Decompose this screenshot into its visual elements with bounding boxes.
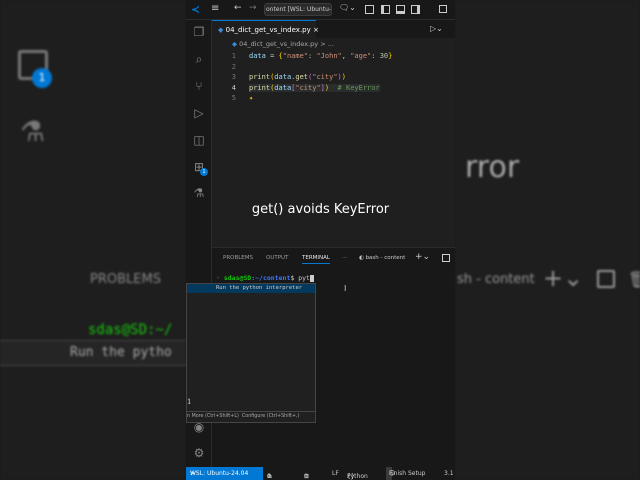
- terminal-selector[interactable]: ◐ bash - content: [359, 255, 405, 261]
- more-icon[interactable]: ···: [342, 255, 347, 261]
- big-text: rror: [465, 150, 520, 185]
- toggle-sidebar-icon[interactable]: [381, 5, 390, 14]
- language-label: Python: [347, 473, 368, 480]
- warning-count: 0: [267, 473, 271, 480]
- add-icon: +⌄: [543, 264, 584, 292]
- python-version[interactable]: 3.1: [444, 470, 454, 477]
- run-icon[interactable]: ▷⌄: [430, 24, 443, 33]
- remote-explorer-icon[interactable]: ◫: [191, 133, 207, 149]
- trash-icon: 🗑: [628, 270, 640, 289]
- prompt-text: sdas@SD:~/: [88, 322, 173, 338]
- tab-problems[interactable]: PROBLEMS: [223, 255, 253, 261]
- back-icon[interactable]: ←: [234, 3, 242, 13]
- toggle-secondary-icon[interactable]: [411, 5, 420, 14]
- title-bar: ≺ ≡ ← → ontent [WSL: Ubuntu-2 🗨⌄: [186, 0, 455, 20]
- source-control-icon[interactable]: ⑂: [191, 79, 207, 95]
- line-number: 4: [231, 83, 236, 92]
- line-number: 3: [231, 73, 236, 81]
- breadcrumb-rest[interactable]: > ...: [318, 40, 334, 48]
- vscode-logo-icon: ≺: [191, 3, 201, 16]
- vscode-window: ≺ ≡ ← → ontent [WSL: Ubuntu-2 🗨⌄ ❐ ⌕ ⑂ ▷…: [186, 0, 455, 480]
- terminal-icon: ◐: [359, 255, 364, 261]
- finish-setup-label: Finish Setup: [389, 470, 426, 477]
- remote-indicator[interactable]: ≻ WSL: Ubuntu-24.04: [186, 467, 263, 480]
- cursor: [309, 274, 314, 282]
- code-line: data = {"name": "John", "age": 30}: [249, 52, 393, 60]
- split-icon: [597, 270, 615, 288]
- terminal-name: bash - content: [365, 255, 406, 261]
- line-number: 2: [231, 62, 236, 71]
- problems-label: PROBLEMS: [90, 272, 161, 287]
- code-line: print(data["city"]) # KeyError: [249, 83, 380, 92]
- suggestion-text: Run the pytho: [70, 345, 172, 360]
- settings-gear-icon[interactable]: ⚙: [191, 446, 207, 462]
- new-terminal-icon[interactable]: +⌄: [415, 252, 430, 262]
- line-number: 1: [231, 52, 236, 60]
- forward-icon[interactable]: →: [249, 3, 257, 13]
- menu-icon[interactable]: ≡: [211, 3, 219, 14]
- suggestion-item[interactable]: Run the python interpreter: [187, 284, 315, 293]
- command-center[interactable]: ontent [WSL: Ubuntu-2: [264, 3, 332, 16]
- blurred-background-left: 1 ⚗ PROBLEMS sdas@SD:~/ Run the pytho: [0, 0, 186, 480]
- ports-count: 0: [304, 473, 308, 480]
- explorer-icon[interactable]: ❐: [191, 25, 207, 41]
- layout-icon[interactable]: [365, 5, 374, 14]
- split-terminal-icon[interactable]: [442, 254, 450, 262]
- search-icon[interactable]: ⌕: [191, 52, 207, 68]
- suggestion-footer[interactable]: n More (Ctrl+Shift+L) Configure (Ctrl+Sh…: [187, 411, 315, 419]
- copilot-icon[interactable]: 🗨⌄: [339, 3, 356, 12]
- status-bar: ≻ WSL: Ubuntu-24.04 ⊗ 0 ⚠ 0 ⛾ 0 LF {} Pyth…: [186, 467, 455, 480]
- sparkle-icon[interactable]: ✦: [249, 94, 253, 102]
- blurred-background-right: rror sh - content +⌄ 🗑: [455, 0, 640, 480]
- python-file-icon: ◆: [232, 40, 237, 48]
- terminal-input: pyt: [298, 274, 310, 282]
- finish-setup-button[interactable]: ☺ Finish Setup: [386, 467, 425, 480]
- tab-label: 04_dict_get_vs_index.py: [225, 26, 311, 34]
- breadcrumb-file[interactable]: 04_dict_get_vs_index.py: [239, 40, 318, 48]
- suggest-widget: Run the python interpreter 1 n More (Ctr…: [186, 283, 316, 423]
- line-number: 5: [231, 94, 236, 102]
- tab-output[interactable]: OUTPUT: [266, 255, 288, 261]
- eol-status[interactable]: LF: [332, 470, 339, 477]
- breadcrumb: ◆ 04_dict_get_vs_index.py > ...: [232, 40, 334, 48]
- python-file-icon: ◆: [218, 26, 224, 34]
- code-line: print(data.get("city")): [249, 73, 346, 81]
- prompt-path: :~/content: [251, 274, 291, 282]
- tab-bar: ◆ 04_dict_get_vs_index.py × ▷⌄: [212, 20, 455, 38]
- suggestion-count: 1: [187, 398, 192, 406]
- flask-icon: ⚗: [20, 115, 46, 148]
- video-caption: get() avoids KeyError: [251, 202, 390, 217]
- prompt-user: sdas@SD: [223, 274, 252, 282]
- toggle-panel-icon[interactable]: [396, 5, 405, 14]
- remote-label: WSL: Ubuntu-24.04: [190, 470, 249, 477]
- close-icon[interactable]: ×: [313, 26, 319, 34]
- terminal-line[interactable]: ◦ sdas@SD:~/content$ pyt: [216, 274, 314, 282]
- testing-icon[interactable]: ⚗: [191, 186, 207, 202]
- badge: 1: [32, 68, 52, 88]
- extensions-badge: 1: [200, 168, 208, 176]
- text-cursor-icon: I: [344, 284, 347, 293]
- tab-terminal[interactable]: TERMINAL: [302, 255, 330, 264]
- run-debug-icon[interactable]: ▷: [191, 106, 207, 122]
- terminal-name: sh - content: [457, 272, 535, 287]
- tab-file[interactable]: ◆ 04_dict_get_vs_index.py ×: [212, 20, 319, 38]
- minimize-icon[interactable]: [439, 5, 447, 13]
